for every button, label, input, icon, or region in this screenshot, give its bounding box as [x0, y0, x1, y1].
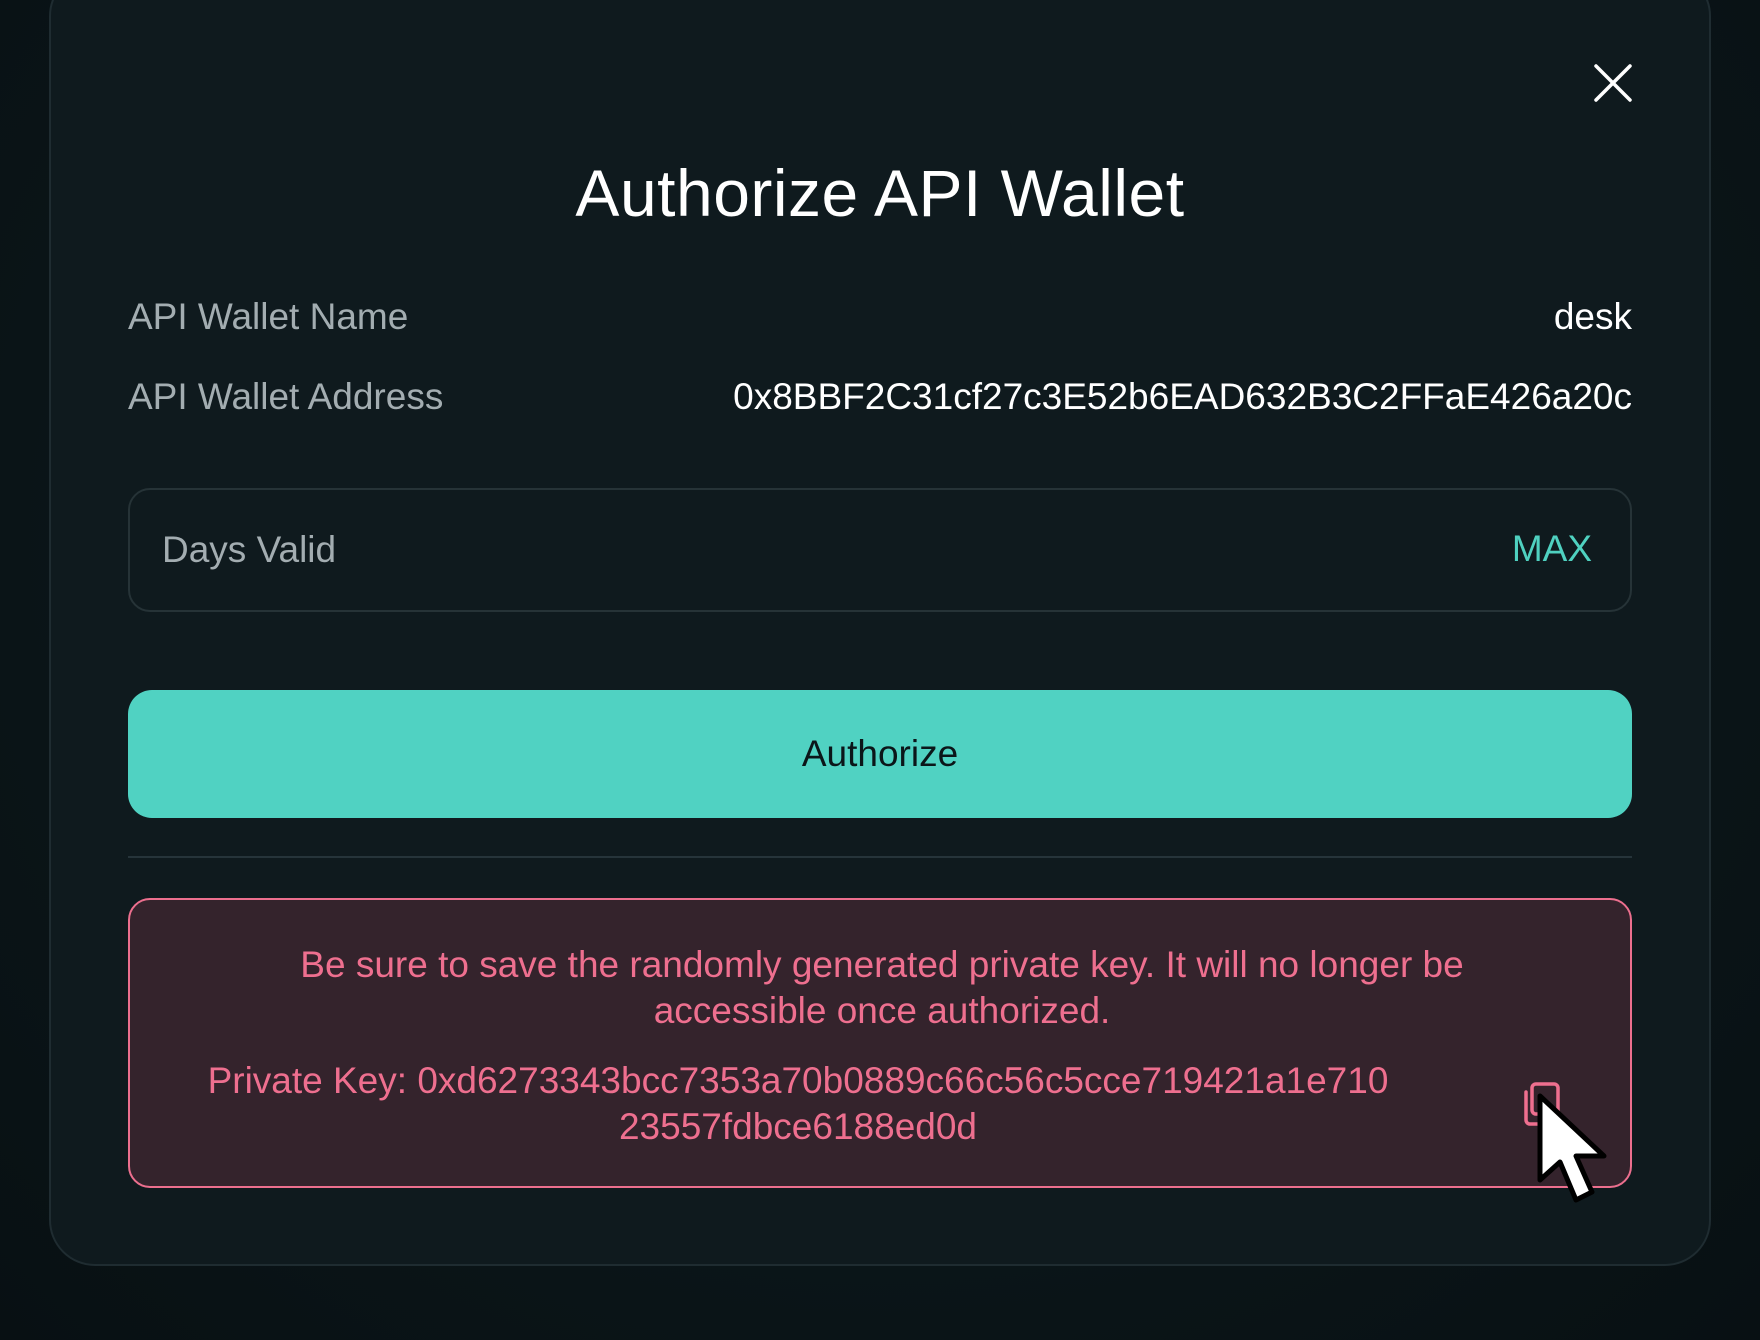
close-icon [1594, 64, 1632, 102]
wallet-name-value: desk [1553, 296, 1632, 337]
divider [128, 856, 1632, 858]
mouse-pointer-icon [1536, 1092, 1616, 1208]
wallet-address-value: 0x8BBF2C31cf27c3E52b6EAD632B3C2FFaE426a2… [733, 376, 1632, 417]
wallet-address-label: API Wallet Address [128, 376, 444, 417]
wallet-name-label: API Wallet Name [128, 296, 409, 337]
days-valid-field: MAX [128, 488, 1632, 612]
close-button[interactable] [1590, 60, 1636, 106]
warning-message: Be sure to save the randomly generated p… [300, 944, 1464, 1031]
private-key-text: Private Key: 0xd6273343bcc7353a70b0889c6… [207, 1060, 1389, 1147]
authorize-button[interactable]: Authorize [128, 690, 1632, 818]
private-key-warning: Be sure to save the randomly generated p… [128, 898, 1632, 1188]
max-button[interactable]: MAX [1512, 528, 1592, 570]
modal-title: Authorize API Wallet [575, 156, 1185, 230]
days-valid-input[interactable] [162, 490, 1462, 610]
